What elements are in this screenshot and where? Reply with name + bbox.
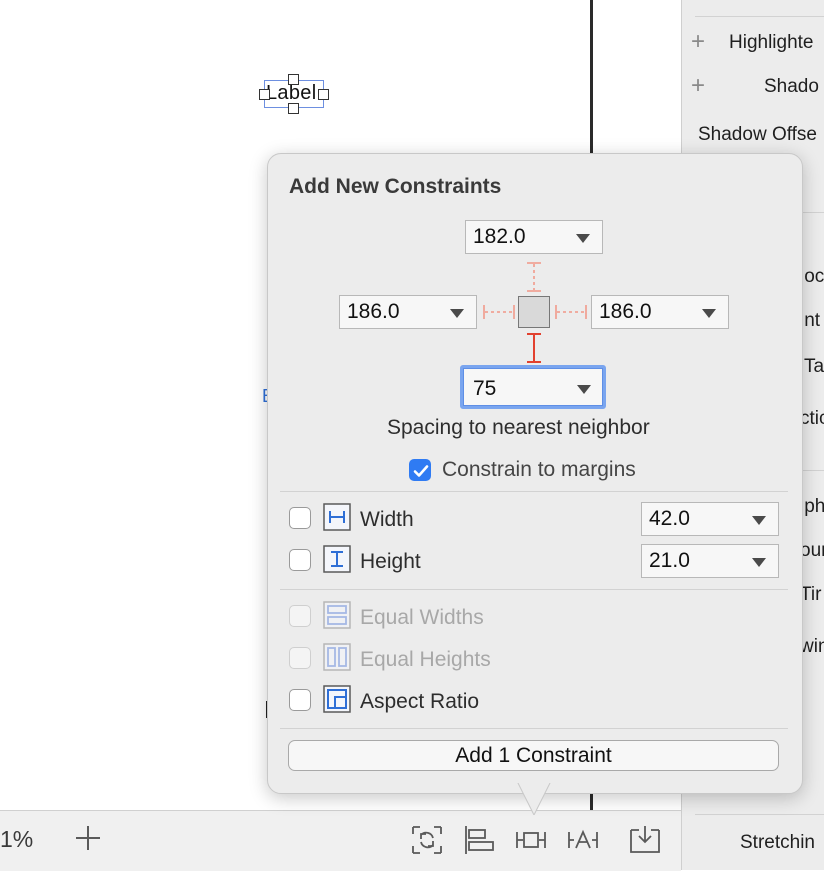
section-divider (280, 728, 788, 729)
plus-icon[interactable] (72, 822, 104, 854)
inspector-item-partial: win (800, 636, 824, 657)
width-value-combo[interactable]: 42.0 (641, 502, 779, 536)
aspect-ratio-icon (323, 685, 351, 713)
add-constraints-icon[interactable] (514, 824, 548, 856)
update-frames-icon[interactable] (410, 824, 444, 856)
checkmark-icon (413, 465, 429, 477)
chevron-down-icon[interactable] (752, 558, 766, 567)
view-preview-box (518, 296, 550, 328)
inspector-item-partial: oun (800, 540, 824, 561)
section-divider (280, 589, 788, 590)
width-icon (323, 503, 351, 531)
bottom-constraint-toggle[interactable] (524, 332, 544, 364)
chevron-down-icon[interactable] (576, 234, 590, 243)
inspector-divider (695, 814, 824, 815)
inspector-item-partial: ctic (800, 408, 824, 429)
equal-heights-label: Equal Heights (360, 648, 491, 671)
resize-handle-left[interactable] (259, 89, 270, 100)
top-spacing-value[interactable]: 182.0 (473, 225, 526, 249)
canvas-label[interactable]: Label (266, 82, 316, 105)
inspector-item-shadow-offset: Shadow Offse (698, 124, 818, 145)
equal-heights-icon (323, 643, 351, 671)
inspector-item-partial: ioc (800, 266, 824, 287)
top-constraint-toggle[interactable] (524, 261, 544, 293)
chevron-down-icon[interactable] (450, 309, 464, 318)
chevron-down-icon[interactable] (577, 385, 591, 394)
align-icon[interactable] (462, 824, 496, 856)
plus-icon[interactable]: + (691, 72, 705, 100)
inspector-item-partial: Tir (800, 584, 822, 605)
width-checkbox[interactable] (289, 507, 311, 529)
leading-spacing-combo[interactable]: 186.0 (339, 295, 477, 329)
resize-handle-top[interactable] (288, 74, 299, 85)
zoom-label[interactable]: 1% (0, 826, 33, 853)
bottom-spacing-combo[interactable]: 75 (460, 365, 606, 409)
height-checkbox[interactable] (289, 549, 311, 571)
equal-widths-checkbox[interactable] (289, 605, 311, 627)
trailing-spacing-value[interactable]: 186.0 (599, 300, 652, 324)
aspect-ratio-label: Aspect Ratio (360, 690, 480, 713)
constrain-margins-label[interactable]: Constrain to margins (442, 458, 636, 482)
constrain-margins-checkbox[interactable] (409, 459, 431, 481)
plus-icon[interactable]: + (691, 28, 705, 56)
trailing-spacing-combo[interactable]: 186.0 (591, 295, 729, 329)
popover-title: Add New Constraints (289, 175, 502, 198)
inspector-divider (800, 212, 824, 213)
height-value-combo[interactable]: 21.0 (641, 544, 779, 578)
section-divider (280, 491, 788, 492)
inspector-divider (695, 16, 824, 17)
equal-heights-checkbox[interactable] (289, 647, 311, 669)
inspector-item-partial: Ta (804, 356, 824, 377)
spacing-caption: Spacing to nearest neighbor (387, 416, 650, 439)
inspector-item-partial: int (800, 310, 821, 331)
chevron-down-icon[interactable] (752, 516, 766, 525)
embed-in-icon[interactable] (628, 824, 662, 856)
top-spacing-combo[interactable]: 182.0 (465, 220, 603, 254)
equal-widths-icon (323, 601, 351, 629)
popover-arrow (516, 780, 552, 817)
resize-handle-right[interactable] (318, 89, 329, 100)
equal-widths-label: Equal Widths (360, 606, 484, 629)
add-constraints-button[interactable]: Add 1 Constraint (288, 740, 779, 771)
leading-spacing-value[interactable]: 186.0 (347, 300, 400, 324)
inspector-item-shadow: Shado (764, 76, 819, 97)
resize-handle-bottom[interactable] (288, 103, 299, 114)
height-icon (323, 545, 351, 573)
aspect-ratio-checkbox[interactable] (289, 689, 311, 711)
height-value[interactable]: 21.0 (649, 549, 690, 573)
trailing-constraint-toggle[interactable] (554, 302, 588, 322)
inspector-item-stretching: Stretchin (740, 832, 815, 853)
chevron-down-icon[interactable] (702, 309, 716, 318)
width-value[interactable]: 42.0 (649, 507, 690, 531)
width-label: Width (360, 508, 414, 531)
leading-constraint-toggle[interactable] (482, 302, 516, 322)
bottom-spacing-value[interactable]: 75 (473, 377, 496, 401)
height-label: Height (360, 550, 421, 573)
resolve-issues-icon[interactable] (566, 824, 600, 856)
inspector-item-partial: lph (800, 496, 824, 517)
inspector-item-highlighted: Highlighte (729, 32, 814, 53)
inspector-divider (800, 470, 824, 471)
